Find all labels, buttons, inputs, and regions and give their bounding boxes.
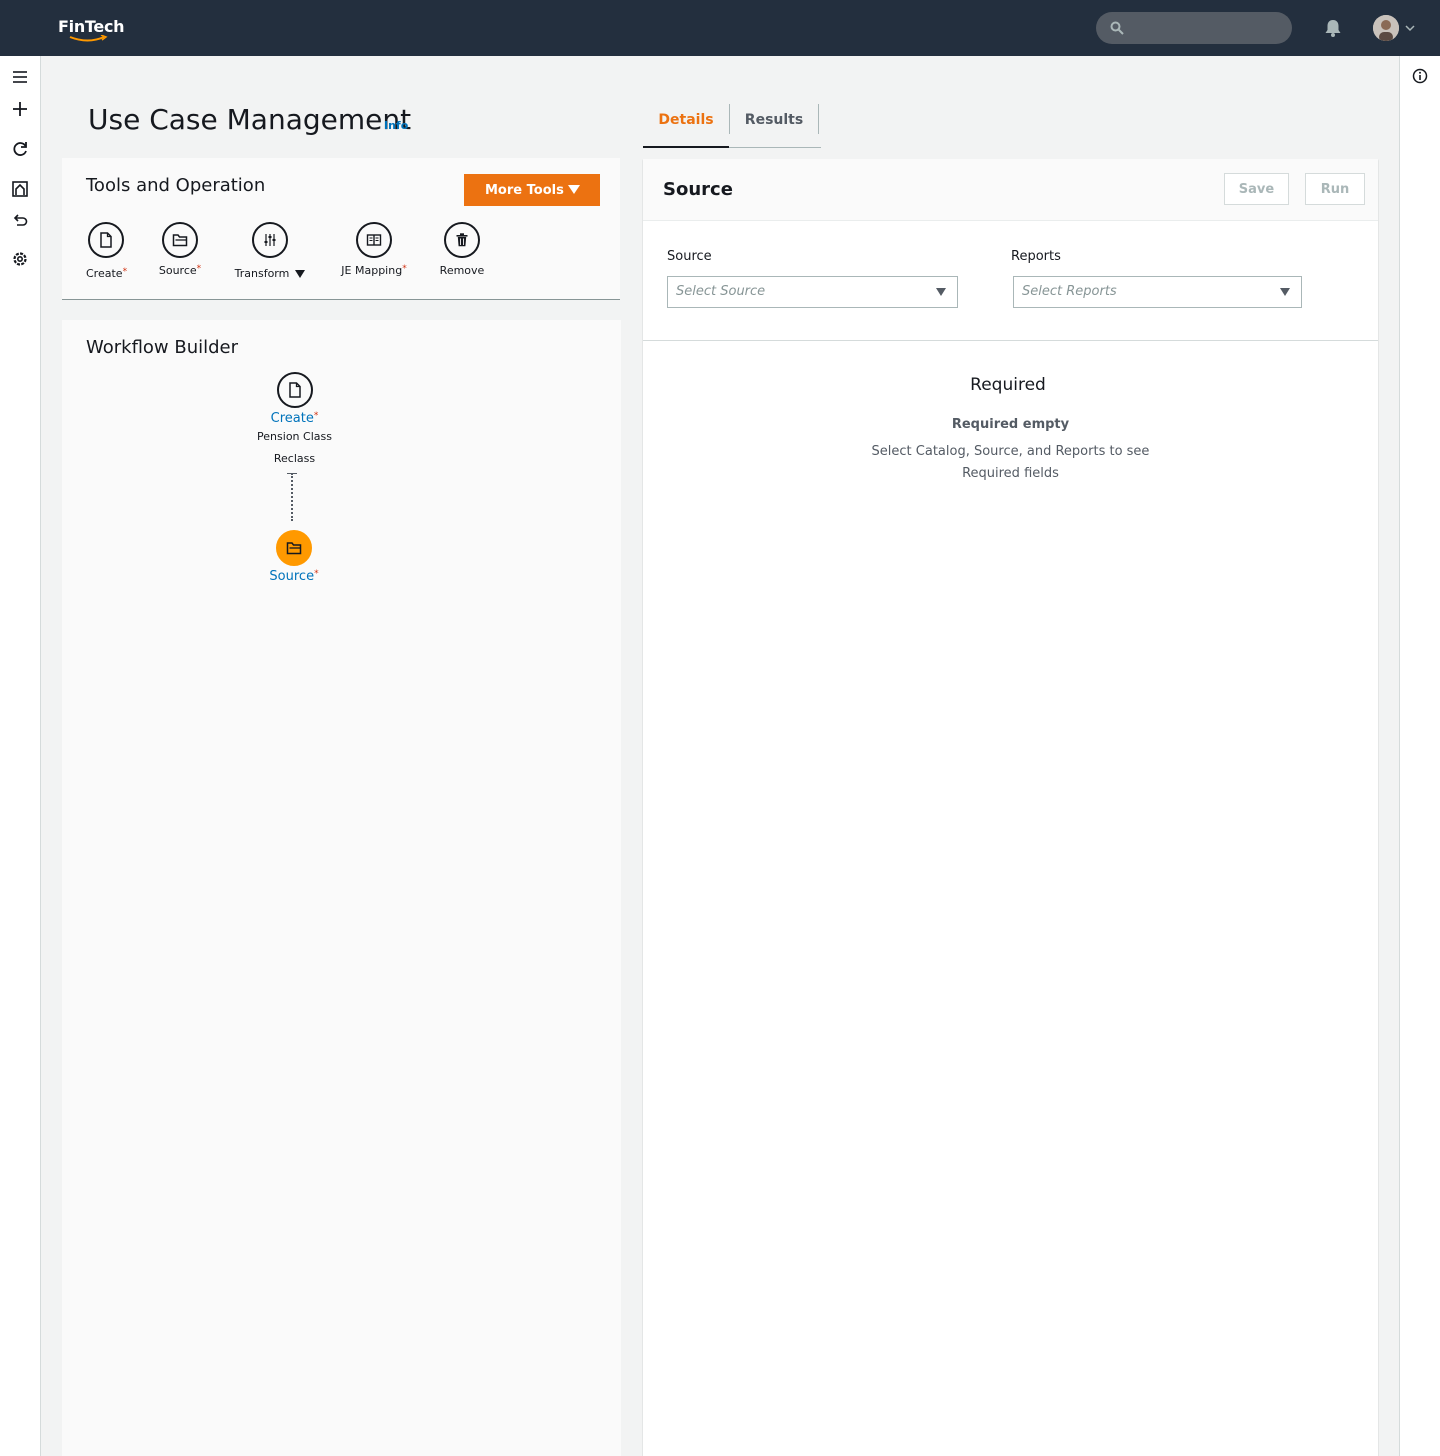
- tool-remove-label: Remove: [439, 264, 485, 277]
- workflow-builder-title: Workflow Builder: [86, 337, 239, 358]
- tool-transform-label: Transform: [234, 267, 290, 280]
- workflow-builder-panel: Workflow Builder Create* Pension Class R…: [62, 320, 621, 1456]
- required-asterisk: *: [314, 569, 319, 579]
- required-asterisk: *: [196, 264, 202, 274]
- search-icon: [1110, 21, 1124, 35]
- more-tools-button[interactable]: More Tools: [464, 174, 600, 206]
- user-photo-icon: [1373, 15, 1399, 41]
- required-empty-heading: Required empty: [951, 417, 1070, 432]
- tool-source[interactable]: Source*: [158, 222, 202, 277]
- menu-icon[interactable]: [11, 68, 29, 86]
- tool-create-label: Create: [86, 267, 123, 280]
- sliders-icon: [252, 222, 288, 258]
- right-help-rail: [1399, 56, 1440, 1456]
- workflow-node-subtitle: Pension Class: [257, 430, 332, 443]
- notifications-bell-icon[interactable]: [1323, 18, 1343, 38]
- section-divider: [643, 340, 1378, 341]
- add-icon[interactable]: [11, 100, 29, 118]
- tool-source-label: Source: [158, 264, 197, 277]
- detail-panel-title: Source: [663, 179, 733, 200]
- tools-panel: Tools and Operation More Tools Create* S…: [62, 158, 620, 300]
- tab-details[interactable]: Details: [643, 104, 729, 148]
- tool-transform[interactable]: Transform: [232, 222, 308, 280]
- required-asterisk: *: [313, 411, 319, 421]
- folder-icon: [162, 222, 198, 258]
- save-button[interactable]: Save: [1224, 173, 1289, 205]
- book-icon: [356, 222, 392, 258]
- file-icon: [276, 372, 313, 408]
- workflow-node-source-label[interactable]: Source: [269, 569, 314, 584]
- brand-smile-icon: [69, 35, 108, 42]
- export-icon[interactable]: [11, 180, 29, 198]
- info-circle-icon[interactable]: [1412, 68, 1428, 84]
- brand-logo[interactable]: FinTech: [58, 17, 125, 36]
- settings-gear-icon[interactable]: [11, 250, 29, 268]
- left-toolbar: [0, 56, 41, 1456]
- detail-panel-header: Source Save Run: [643, 159, 1378, 221]
- source-field-label: Source: [667, 249, 712, 264]
- caret-down-icon: [568, 185, 580, 194]
- workflow-node-create-label[interactable]: Create: [271, 411, 314, 426]
- reports-select-placeholder: Select Reports: [1022, 284, 1117, 299]
- detail-panel: Source Save Run Source Select Source Rep…: [643, 159, 1378, 1456]
- workflow-node-subtitle: Reclass: [273, 452, 316, 465]
- caret-down-icon: [936, 288, 946, 296]
- file-icon: [88, 222, 124, 258]
- tab-divider: [818, 104, 819, 134]
- trash-icon: [444, 222, 480, 258]
- source-select[interactable]: Select Source: [667, 276, 958, 308]
- tool-je-mapping-label: JE Mapping: [341, 264, 403, 277]
- tool-je-mapping[interactable]: JE Mapping*: [338, 222, 410, 277]
- tools-panel-title: Tools and Operation: [86, 175, 266, 196]
- search-input[interactable]: [1096, 12, 1292, 44]
- info-link[interactable]: Info: [384, 119, 408, 132]
- top-navigation-bar: FinTech: [0, 0, 1440, 56]
- required-section-title: Required: [970, 375, 1046, 395]
- refresh-icon[interactable]: [11, 140, 29, 158]
- chevron-down-icon[interactable]: [1405, 24, 1415, 32]
- more-tools-label: More Tools: [485, 182, 564, 198]
- run-button[interactable]: Run: [1305, 173, 1365, 205]
- source-select-placeholder: Select Source: [676, 284, 766, 299]
- workflow-node-create[interactable]: Create* Pension Class Reclass: [242, 372, 347, 470]
- reports-field-label: Reports: [1011, 249, 1061, 264]
- required-asterisk: *: [402, 264, 407, 274]
- tab-results[interactable]: Results: [729, 104, 819, 148]
- reports-select[interactable]: Select Reports: [1013, 276, 1302, 308]
- required-desc-line: Required fields: [962, 466, 1059, 481]
- detail-tabs: Details Results: [643, 104, 821, 148]
- caret-down-icon[interactable]: [295, 270, 306, 278]
- required-empty-description: Select Catalog, Source, and Reports to s…: [643, 441, 1378, 485]
- required-desc-line: Select Catalog, Source, and Reports to s…: [871, 444, 1150, 459]
- tool-create[interactable]: Create*: [86, 222, 128, 280]
- tool-remove[interactable]: Remove: [436, 222, 488, 277]
- workflow-connector: [291, 473, 293, 521]
- user-avatar[interactable]: [1373, 15, 1399, 41]
- undo-icon[interactable]: [11, 211, 29, 229]
- folder-icon: [276, 530, 312, 566]
- required-asterisk: *: [122, 267, 128, 277]
- page-title: Use Case Management: [88, 103, 412, 136]
- workflow-node-source[interactable]: Source*: [242, 530, 346, 584]
- caret-down-icon: [1280, 288, 1290, 296]
